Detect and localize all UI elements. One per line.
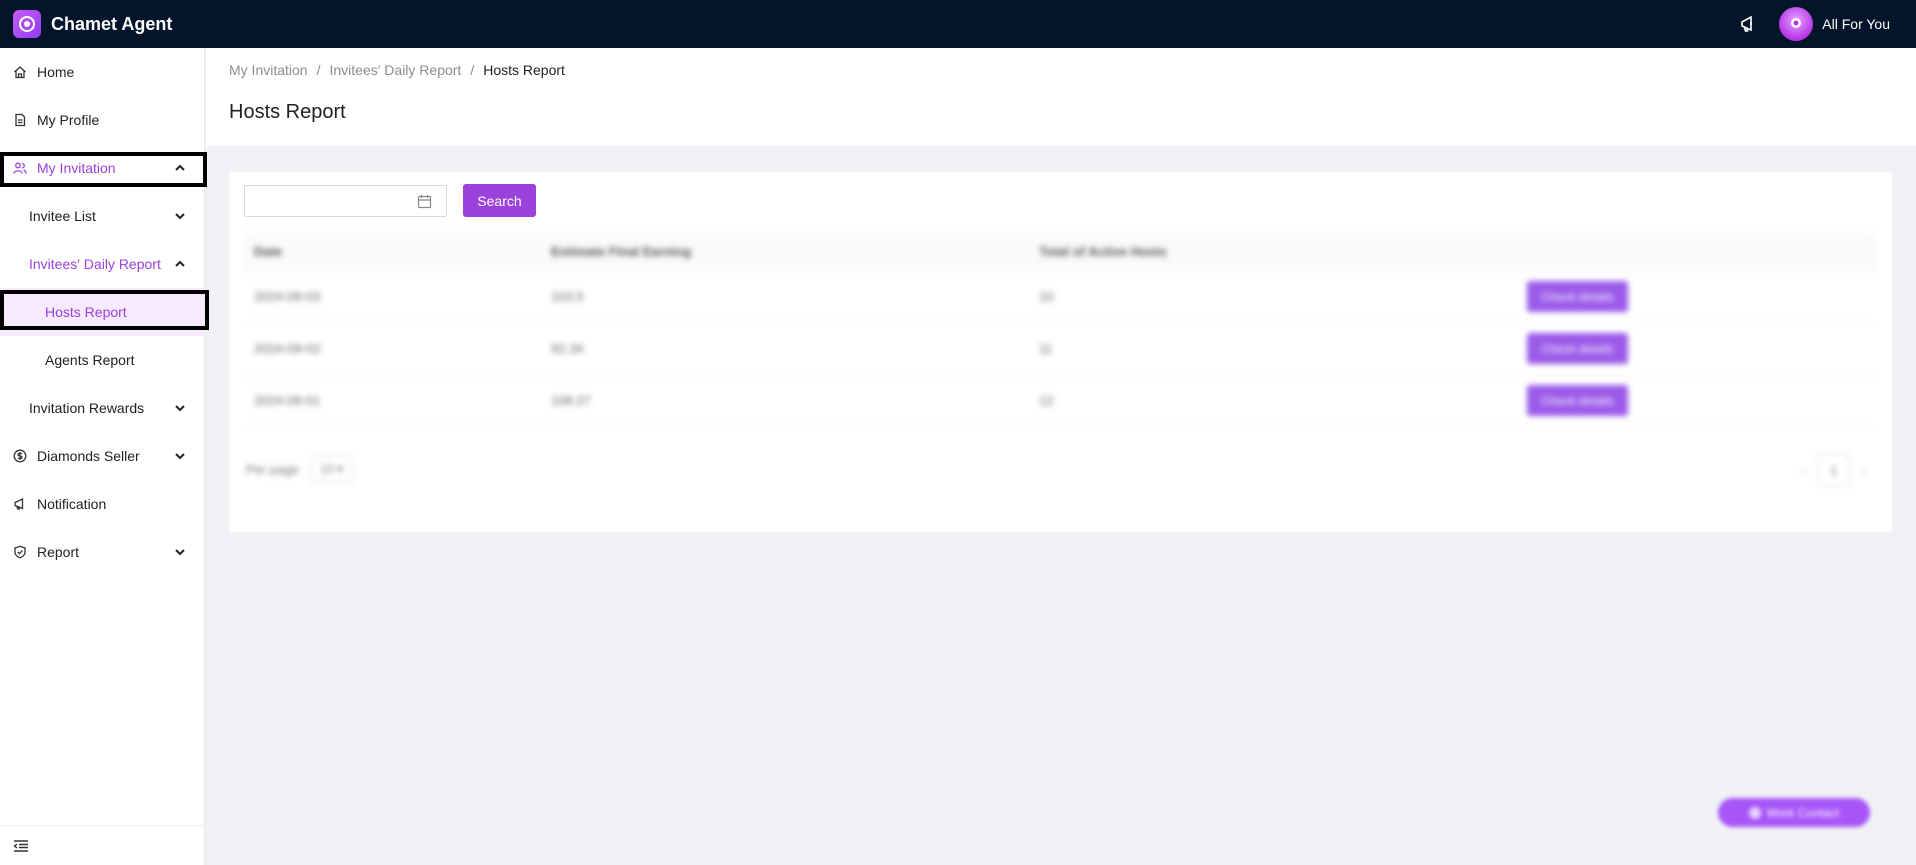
sidebar-item-label: Diamonds Seller: [37, 448, 140, 464]
users-icon: [12, 160, 28, 176]
work-contact-label: Work Contact: [1766, 805, 1840, 820]
menu-fold-icon: [13, 839, 29, 853]
table-row: 2024-09-01 108.27 12 Check details: [244, 375, 1876, 427]
sidebar-item-label: My Profile: [37, 112, 100, 128]
cell-active-hosts: 10: [1039, 289, 1054, 304]
sidebar-item-my-invitation[interactable]: My Invitation: [0, 144, 205, 192]
top-bar: Chamet Agent All For You: [0, 0, 1916, 48]
chevron-up-icon: [173, 257, 187, 271]
chat-icon: [1748, 806, 1761, 819]
column-header-earning: Estimate Final Earning: [551, 244, 692, 259]
next-page-icon[interactable]: ›: [1862, 463, 1866, 478]
chevron-up-icon: [173, 161, 187, 175]
hosts-report-table: Date Estimate Final Earning Total of Act…: [244, 233, 1876, 427]
check-details-button[interactable]: Check details: [1527, 281, 1628, 312]
sidebar-item-hosts-report[interactable]: Hosts Report: [0, 288, 205, 336]
page-number[interactable]: 1: [1817, 454, 1850, 486]
column-header-active-hosts: Total of Active Hosts: [1039, 244, 1167, 259]
prev-page-icon[interactable]: ‹: [1801, 463, 1805, 478]
sidebar-item-report[interactable]: Report: [0, 528, 205, 576]
dollar-circle-icon: [12, 448, 28, 464]
sidebar-item-label: Hosts Report: [45, 304, 127, 320]
cell-date: 2024-09-03: [254, 289, 321, 304]
sidebar-item-label: Agents Report: [45, 352, 135, 368]
user-name[interactable]: All For You: [1822, 16, 1890, 32]
cell-date: 2024-09-01: [254, 393, 321, 408]
cell-earning: 92.34: [551, 341, 584, 356]
sidebar: Home My Profile My Invitation Invitee Li…: [0, 48, 209, 865]
breadcrumb-invitees-daily-report[interactable]: Invitees' Daily Report: [329, 62, 461, 78]
chamet-logo-icon: [13, 10, 41, 38]
document-icon: [12, 112, 28, 128]
work-contact-button[interactable]: Work Contact: [1718, 798, 1870, 827]
pagination: ‹ 1 ›: [1801, 454, 1866, 486]
page-size-select[interactable]: 10 ▾: [310, 456, 353, 482]
per-page-label: Per page: [246, 461, 299, 477]
sidebar-item-label: Invitee List: [29, 208, 96, 224]
chevron-down-icon: [173, 401, 187, 415]
page-size-value: 10: [320, 462, 334, 476]
search-button[interactable]: Search: [463, 184, 536, 217]
table-row: 2024-09-03 103.5 10 Check details: [244, 271, 1876, 323]
calendar-icon[interactable]: [417, 194, 432, 209]
sidebar-item-invitee-list[interactable]: Invitee List: [0, 192, 205, 240]
app-title: Chamet Agent: [51, 13, 173, 34]
megaphone-icon: [12, 496, 28, 512]
chevron-down-icon: [173, 545, 187, 559]
page-title: Hosts Report: [229, 101, 346, 123]
app-logo[interactable]: Chamet Agent: [13, 10, 172, 38]
cell-date: 2024-09-02: [254, 341, 321, 356]
avatar[interactable]: [1779, 7, 1814, 41]
sidebar-item-label: Home: [37, 64, 75, 80]
cell-active-hosts: 11: [1039, 341, 1053, 356]
sidebar-item-label: Notification: [37, 496, 107, 512]
sidebar-item-notification[interactable]: Notification: [0, 480, 205, 528]
table-header: Date Estimate Final Earning Total of Act…: [244, 233, 1876, 271]
sidebar-item-label: My Invitation: [37, 160, 116, 176]
per-page-control: Per page 10 ▾: [246, 456, 353, 482]
shield-check-icon: [12, 544, 28, 560]
chevron-down-icon: [173, 209, 187, 223]
sidebar-item-agents-report[interactable]: Agents Report: [0, 336, 205, 384]
sidebar-item-label: Invitees' Daily Report: [29, 256, 161, 272]
sidebar-item-invitees-daily-report[interactable]: Invitees' Daily Report: [0, 240, 205, 288]
sidebar-item-invitation-rewards[interactable]: Invitation Rewards: [0, 384, 205, 432]
breadcrumb-separator: /: [470, 62, 475, 78]
check-details-button[interactable]: Check details: [1527, 333, 1628, 364]
breadcrumb: My Invitation / Invitees' Daily Report /…: [229, 62, 565, 78]
chevron-down-icon: [173, 449, 187, 463]
check-details-button[interactable]: Check details: [1527, 385, 1628, 416]
home-icon: [12, 64, 28, 80]
cell-earning: 108.27: [551, 393, 591, 408]
sidebar-item-diamonds-seller[interactable]: Diamonds Seller: [0, 432, 205, 480]
breadcrumb-current: Hosts Report: [483, 62, 565, 78]
date-picker-input[interactable]: [244, 185, 447, 217]
cell-earning: 103.5: [551, 289, 584, 304]
cell-active-hosts: 12: [1039, 393, 1054, 408]
table-row: 2024-09-02 92.34 11 Check details: [244, 323, 1876, 375]
breadcrumb-my-invitation[interactable]: My Invitation: [229, 62, 308, 78]
column-header-date: Date: [254, 244, 283, 259]
announcement-icon[interactable]: [1739, 14, 1759, 34]
sidebar-item-label: Report: [37, 544, 80, 560]
sidebar-item-label: Invitation Rewards: [29, 400, 145, 416]
report-card: Search Date Estimate Final Earning Total…: [229, 172, 1892, 532]
breadcrumb-separator: /: [316, 62, 321, 78]
sidebar-collapse[interactable]: [0, 825, 205, 865]
sidebar-item-my-profile[interactable]: My Profile: [0, 96, 205, 144]
page-header: My Invitation / Invitees' Daily Report /…: [206, 48, 1916, 146]
sidebar-item-home[interactable]: Home: [0, 48, 205, 96]
